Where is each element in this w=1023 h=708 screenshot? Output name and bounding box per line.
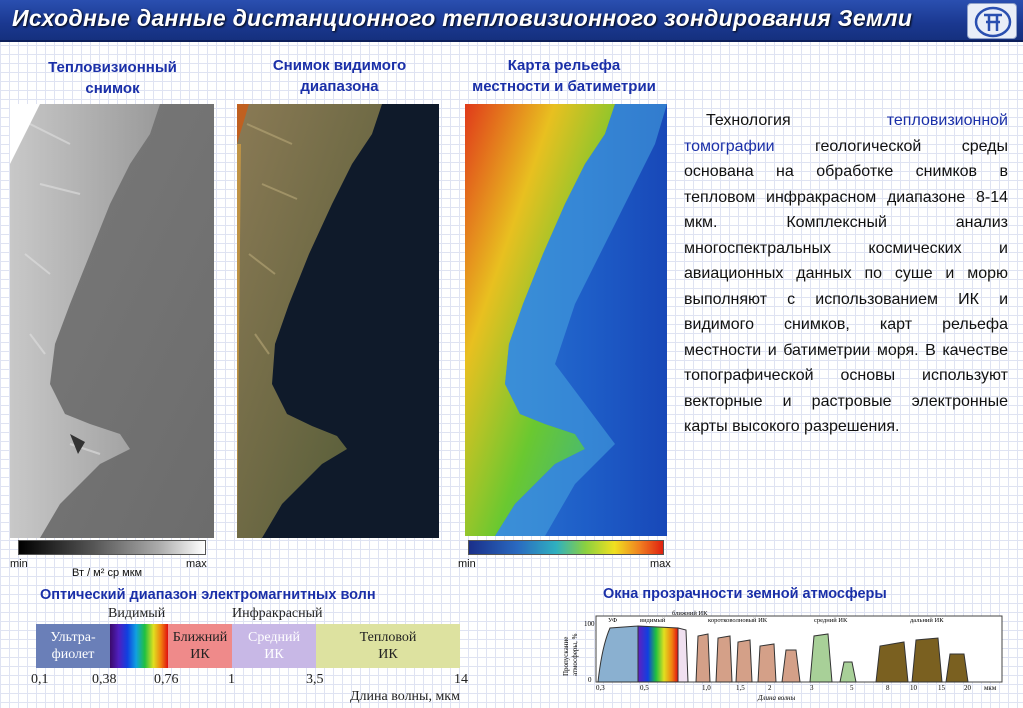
spectrum-near-line1: Ближний xyxy=(172,630,228,645)
atmo-ylabel-2: атмосферы, % xyxy=(571,633,579,676)
thermal-color-scale xyxy=(18,540,206,555)
spectrum-thermal-line1: Тепловой xyxy=(359,630,417,645)
spectrum-uv-line1: Ультра- xyxy=(50,630,96,645)
header-bar: Исходные данные дистанционного тепловизи… xyxy=(0,0,1023,42)
page-title: Исходные данные дистанционного тепловизи… xyxy=(12,5,913,31)
description-part2: геологической среды основана на обработк… xyxy=(684,137,1008,436)
spectrum-tick: 0,38 xyxy=(92,672,117,687)
institute-logo-icon xyxy=(967,3,1017,39)
thermal-caption-line2: снимок xyxy=(85,80,140,97)
atmo-tick: 1,0 xyxy=(702,684,711,692)
atmosphere-chart: Пропускание атмосферы, % 100 0 УФ видимы… xyxy=(560,606,1012,706)
visible-caption: Снимок видимого диапазона xyxy=(237,55,442,97)
spectrum-tick: 1 xyxy=(228,672,235,687)
atmo-ylabel-1: Пропускание xyxy=(562,637,570,676)
atmo-tick: 8 xyxy=(886,684,890,692)
spectrum-tick: 0,76 xyxy=(154,672,179,687)
spectrum-thermal-ir-segment: Тепловой ИК xyxy=(316,624,460,668)
atmo-tick: 0,5 xyxy=(640,684,649,692)
thermal-image xyxy=(10,104,214,538)
thermal-scale-max: max xyxy=(186,558,207,570)
atmo-tick-unit: мкм xyxy=(984,684,997,692)
atmo-tick: 15 xyxy=(938,684,946,692)
description-part1: Технология xyxy=(706,112,887,129)
atmo-tick: 20 xyxy=(964,684,972,692)
relief-color-scale xyxy=(468,540,664,555)
visible-caption-line1: Снимок видимого xyxy=(272,57,407,74)
spectrum-visible-label: Видимый xyxy=(108,606,166,621)
spectrum-infrared-label: Инфракрасный xyxy=(232,606,323,621)
spectrum-mid-ir-segment: Средний ИК xyxy=(232,624,316,668)
spectrum-mid-line1: Средний xyxy=(248,630,300,645)
relief-scale-max: max xyxy=(650,558,671,570)
description-text: Технология тепловизионной томографии гео… xyxy=(684,108,1008,440)
spectrum-near-line2: ИК xyxy=(190,647,210,662)
atmo-tick: 0,3 xyxy=(596,684,605,692)
spectrum-mid-line2: ИК xyxy=(264,647,284,662)
thermal-scale-min: min xyxy=(10,558,28,570)
atmo-band-uv: УФ xyxy=(608,617,617,624)
atmo-tick: 5 xyxy=(850,684,854,692)
atmosphere-title: Окна прозрачности земной атмосферы xyxy=(603,586,887,602)
atmo-yzero: 0 xyxy=(588,676,592,684)
spectrum-visible-segment xyxy=(110,624,168,668)
spectrum-tick: 14 xyxy=(454,672,468,687)
spectrum-near-ir-segment: Ближний ИК xyxy=(168,624,232,668)
atmo-band-far: дальний ИК xyxy=(910,617,944,624)
atmo-tick: 1,5 xyxy=(736,684,745,692)
thermal-caption: Тепловизионный снимок xyxy=(10,57,215,99)
relief-caption-line2: местности и батиметрии xyxy=(472,78,656,95)
relief-caption: Карта рельефа местности и батиметрии xyxy=(450,55,678,97)
atmo-band-short: коротковолновый ИК xyxy=(708,617,768,624)
atmo-tick: 10 xyxy=(910,684,918,692)
relief-caption-line1: Карта рельефа xyxy=(507,57,621,74)
atmo-band-mid: средний ИК xyxy=(814,617,848,624)
spectrum-thermal-line2: ИК xyxy=(378,647,398,662)
atmo-band-near: ближний ИК xyxy=(672,610,708,617)
spectrum-uv-line2: фиолет xyxy=(51,647,95,662)
relief-scale-min: min xyxy=(458,558,476,570)
atmo-xlabel: Длина волны xyxy=(757,694,796,702)
spectrum-uv-segment: Ультра- фиолет xyxy=(36,624,110,668)
atmo-band-visible: видимый xyxy=(640,617,666,624)
visible-caption-line2: диапазона xyxy=(300,78,379,95)
thermal-caption-line1: Тепловизионный xyxy=(48,59,177,76)
spectrum-tick: 0,1 xyxy=(31,672,49,687)
spectrum-tick: 3,5 xyxy=(306,672,324,687)
visible-image xyxy=(237,104,439,538)
atmo-tick: 3 xyxy=(810,684,814,692)
relief-image xyxy=(465,104,667,536)
atmo-ymax: 100 xyxy=(584,620,595,628)
spectrum-axis-label: Длина волны, мкм xyxy=(350,689,460,704)
spectrum-title: Оптический диапазон электромагнитных вол… xyxy=(40,587,376,603)
thermal-scale-unit: Вт / м² ср мкм xyxy=(72,567,143,579)
atmo-tick: 2 xyxy=(768,684,772,692)
